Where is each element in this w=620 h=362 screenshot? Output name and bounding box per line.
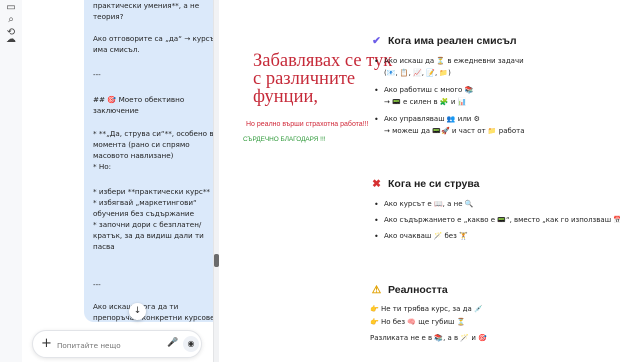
composer[interactable]: + 🎤 ◉ (32, 330, 202, 358)
microphone-icon[interactable]: 🎤 (167, 338, 178, 348)
message-line: практически умения**, а не теория? (93, 1, 200, 21)
section-title: Кога не си струва (388, 178, 480, 190)
reality-line: Разликата не е в 📚, а в 🪄 и 🎯 (370, 334, 487, 342)
warning-icon: ⚠ (371, 284, 382, 296)
panel-icon[interactable]: ▭ (5, 2, 17, 14)
section-heading-reality: ⚠ Реалността (370, 284, 448, 296)
list-item: Ако работиш с много 📚 (374, 85, 620, 96)
message-input[interactable] (57, 338, 162, 352)
message-line: * избери **практически курс** * избягвай… (93, 187, 211, 251)
user-message-bubble: практически умения**, а не теория? Ако о… (84, 0, 226, 322)
list-item-cont: → можеш да 📟🚀 и част от 📁 работа (384, 127, 525, 135)
chat-panel: практически умения**, а не теория? Ако о… (22, 0, 226, 362)
message-line: --- (93, 70, 101, 79)
message-line: Ако искаш, мога да ти препоръчам конкрет… (93, 302, 215, 322)
search-icon[interactable]: ⌕ (5, 14, 17, 26)
left-rail: ▭ ⌕ ⟲ ☁ (0, 0, 22, 362)
reality-line: 👉 Но без 🧠 ще губиш ⏳ (370, 318, 466, 326)
canvas-document: Забавлявах се тук с различните фунции, Н… (219, 0, 620, 362)
list-item: Ако искаш да ⏳ в ежедневни задачи (374, 56, 620, 67)
list-item: Ако управляваш 👥 или ⚙ (374, 114, 620, 125)
list-item-cont: (📧, 📋, 📈, 📝, 📁) (384, 69, 451, 77)
reality-line: 👉 Не ти трябва курс, за да 💉 (370, 305, 483, 313)
section-heading-when-useful: ✔ Кога има реален смисъл (370, 35, 517, 47)
cross-icon: ✖ (372, 178, 381, 190)
list-item: Ако курсът е 📖, а не 🔍 (374, 199, 620, 210)
check-icon: ✔ (372, 35, 381, 47)
section-title: Реалността (388, 284, 448, 296)
list-item-cont: → 📟 е силен в 🧩 и 📊 (384, 98, 467, 106)
message-line: ## 🎯 Моето обективно заключение (93, 95, 185, 115)
section-title: Кога има реален смисъл (388, 35, 517, 47)
voice-mode-icon[interactable]: ◉ (183, 336, 199, 352)
handwritten-title: Забавлявах се тук с различните фунции, (253, 51, 393, 107)
scroll-down-button[interactable]: ↓ (129, 303, 146, 320)
list-item: Ако съдържанието е „какво е 📟“, вместо „… (374, 215, 620, 226)
cloud-icon[interactable]: ☁ (5, 34, 17, 46)
handwritten-thanks: СЪРДЕЧНО БЛАГОДАРЯ !!! (243, 136, 326, 143)
message-line: --- (93, 280, 101, 289)
plus-icon[interactable]: + (41, 336, 52, 352)
message-line: * **„Да, струва си“**, особено в момента… (93, 129, 214, 171)
list-item: Ако очакваш 🪄 без 🏋 (374, 231, 620, 242)
section-heading-not-worth: ✖ Кога не си струва (370, 178, 480, 190)
message-line: Ако отговорите са „да“ → курсът има смис… (93, 34, 219, 54)
